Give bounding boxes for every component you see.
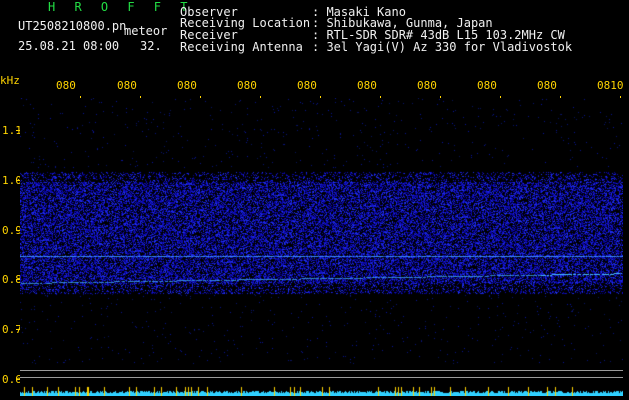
meteor-count: 32. bbox=[140, 39, 162, 53]
axis-unit-khz: kHz bbox=[0, 74, 20, 87]
x-label-0804: 080 bbox=[237, 79, 257, 92]
image-filename: UT2508210800.pn bbox=[18, 19, 127, 33]
spectrogram-plot bbox=[20, 98, 623, 396]
x-label-0802: 080 bbox=[117, 79, 137, 92]
x-label-0810: 0810 bbox=[597, 79, 624, 92]
field-label-antenna: Receiving Antenna bbox=[180, 40, 303, 54]
field-value-antenna: : 3el Yagi(V) Az 330 for Vladivostok bbox=[312, 40, 573, 54]
x-label-0808: 080 bbox=[477, 79, 497, 92]
detection-tag: meteor bbox=[124, 24, 168, 38]
x-label-0806: 080 bbox=[357, 79, 377, 92]
x-label-0803: 080 bbox=[177, 79, 197, 92]
reference-line-upper bbox=[20, 370, 623, 371]
x-label-0801: 080 bbox=[56, 79, 76, 92]
station-name: H R O F F T bbox=[48, 0, 194, 14]
x-label-0809: 080 bbox=[537, 79, 557, 92]
x-label-0807: 080 bbox=[417, 79, 437, 92]
x-label-0805: 080 bbox=[297, 79, 317, 92]
reference-line-lower bbox=[20, 377, 623, 378]
date-time: 25.08.21 08:00 bbox=[18, 39, 120, 53]
